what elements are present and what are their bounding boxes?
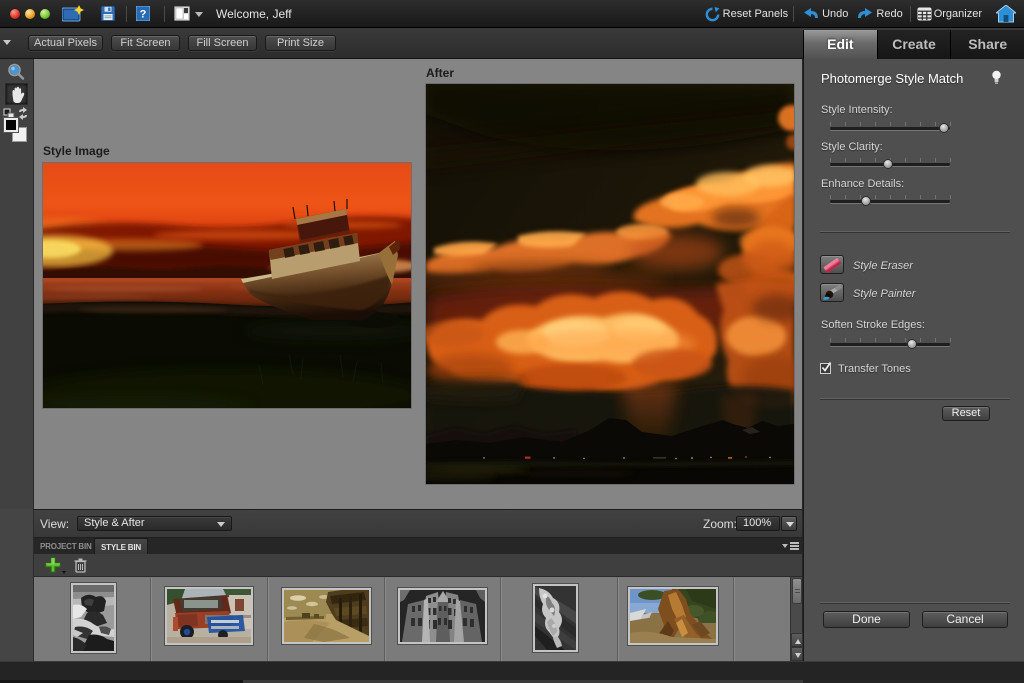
svg-text:?: ? xyxy=(140,9,147,21)
